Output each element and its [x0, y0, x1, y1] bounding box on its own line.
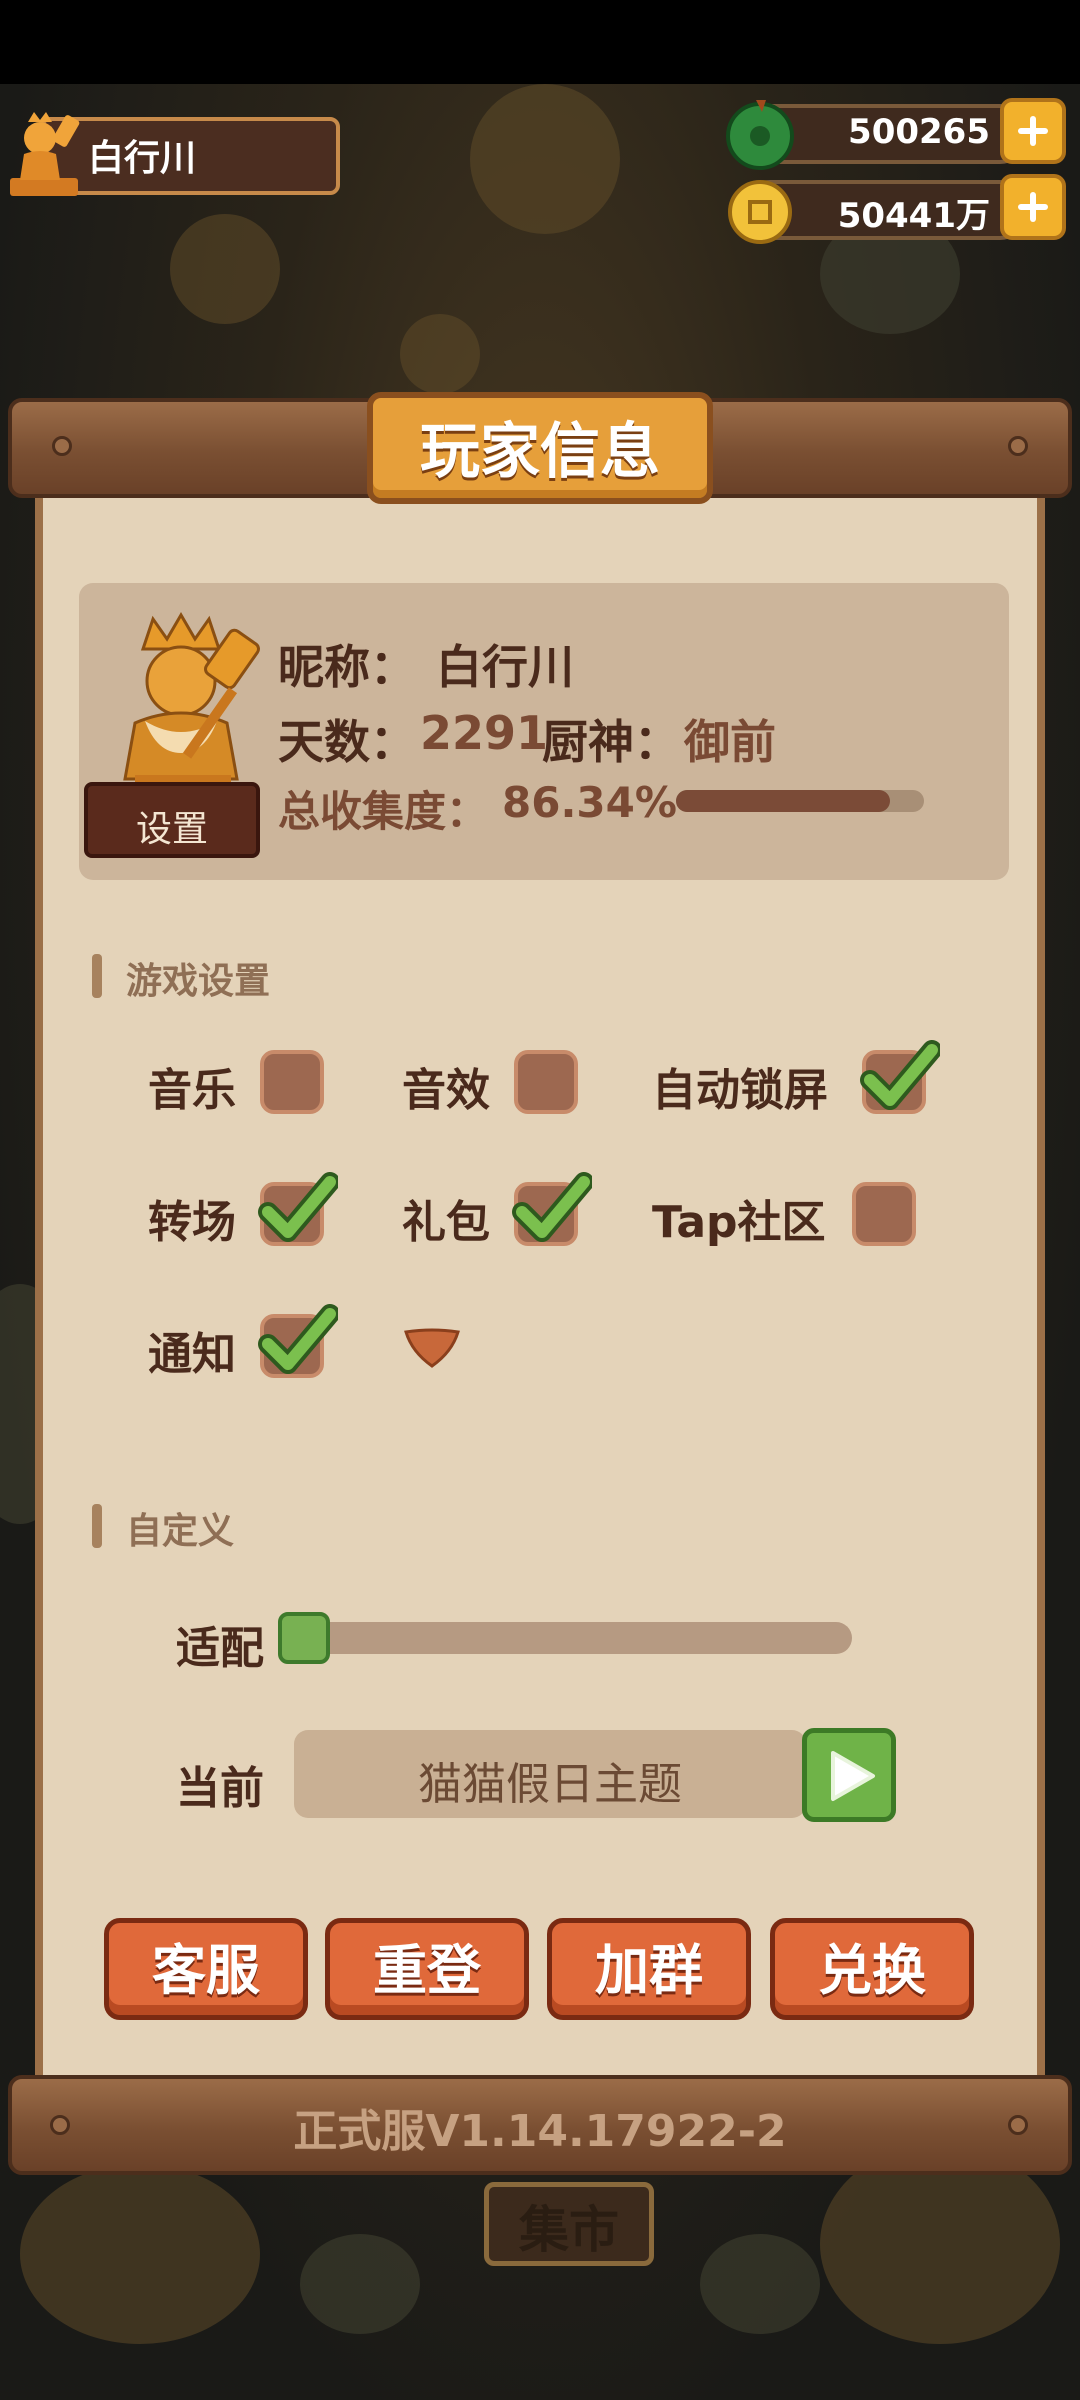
- music-checkbox[interactable]: [260, 1050, 324, 1114]
- play-triangle-icon: [831, 1751, 875, 1801]
- auto-lock-checkbox[interactable]: [860, 1040, 940, 1114]
- coin-amount: 50441万: [837, 196, 990, 236]
- notification-label: 通知: [148, 1329, 236, 1380]
- days-value: 2291: [420, 706, 549, 760]
- add-coins-button[interactable]: [1000, 174, 1066, 240]
- auto-lock-label: 自动锁屏: [652, 1065, 828, 1116]
- add-jade-button[interactable]: [1000, 98, 1066, 164]
- status-bar: [0, 0, 1080, 84]
- transition-label: 转场: [148, 1197, 236, 1248]
- music-label: 音乐: [148, 1065, 236, 1116]
- chef-value: 御前: [684, 715, 776, 769]
- transition-checkbox[interactable]: [258, 1172, 338, 1246]
- join-group-label: 加群: [595, 1939, 703, 2002]
- gold-coin-icon: [728, 180, 792, 244]
- chef-label: 厨神：: [542, 715, 680, 769]
- expand-arrow-icon[interactable]: [402, 1326, 462, 1370]
- sfx-checkbox[interactable]: [514, 1050, 578, 1114]
- customer-service-label: 客服: [152, 1939, 260, 2002]
- checkmark-icon: [860, 1040, 940, 1110]
- section-marker: [92, 954, 102, 998]
- days-label: 天数：: [278, 715, 416, 769]
- current-theme-label: 当前: [176, 1763, 264, 1814]
- notification-checkbox[interactable]: [258, 1304, 338, 1378]
- checkmark-icon: [258, 1172, 338, 1242]
- panel-title: 玩家信息: [420, 417, 660, 487]
- jade-coin-icon: [726, 100, 794, 170]
- market-label: 集市: [519, 2201, 619, 2259]
- custom-heading: 自定义: [126, 1511, 235, 1552]
- section-marker: [92, 1504, 102, 1548]
- checkmark-icon: [258, 1304, 338, 1374]
- gift-pack-checkbox[interactable]: [512, 1172, 592, 1246]
- sfx-label: 音效: [402, 1065, 490, 1116]
- gift-pack-label: 礼包: [402, 1197, 490, 1248]
- settings-button-label: 设置: [135, 809, 208, 850]
- nickname-label: 昵称：: [278, 640, 416, 694]
- tap-community-label: Tap社区: [652, 1197, 826, 1248]
- tap-community-checkbox[interactable]: [852, 1182, 916, 1246]
- fit-slider-handle[interactable]: [278, 1612, 330, 1664]
- version-label: 正式服V1.14.17922-2: [293, 2106, 787, 2157]
- fit-label: 适配: [176, 1623, 264, 1674]
- chef-statue-icon: [10, 112, 80, 196]
- fit-slider-track[interactable]: [300, 1622, 852, 1654]
- next-theme-button[interactable]: [802, 1728, 896, 1822]
- nickname-value: 白行川: [436, 640, 574, 694]
- hud-player-name: 白行川: [88, 138, 197, 179]
- redeem-label: 兑换: [818, 1939, 926, 2002]
- game-settings-heading: 游戏设置: [126, 961, 271, 1002]
- collection-value: 86.34%: [502, 778, 677, 827]
- collection-progress-fill: [676, 790, 891, 812]
- relogin-label: 重登: [373, 1939, 481, 2002]
- rivet-icon: [52, 436, 72, 456]
- jade-amount: 500265: [848, 112, 990, 152]
- rivet-icon: [1008, 436, 1028, 456]
- collection-label: 总收集度：: [278, 787, 489, 836]
- checkmark-icon: [512, 1172, 592, 1242]
- theme-name: 猫猫假日主题: [418, 1759, 682, 1810]
